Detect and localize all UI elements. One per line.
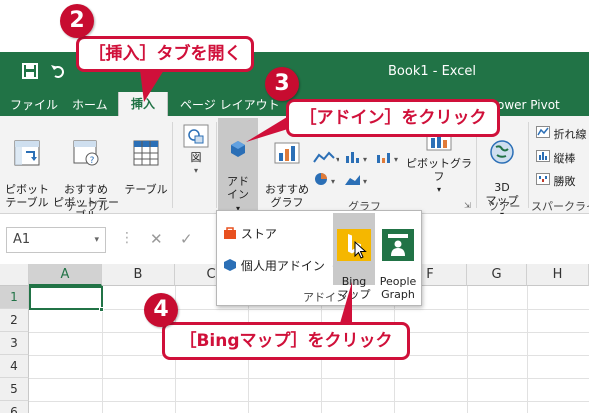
shapes-icon (183, 124, 209, 148)
row-header[interactable]: 4 (0, 355, 29, 378)
sparkline-line-label: 折れ線 (553, 128, 587, 141)
figure-button[interactable]: 図 ▾ (178, 124, 214, 177)
callout-step4: ［Bingマップ］をクリック (162, 322, 410, 360)
selected-cell-a1[interactable] (29, 286, 103, 310)
column-header[interactable]: G (467, 264, 527, 286)
sparkline-winloss-button[interactable]: 勝敗 (536, 173, 576, 189)
callout-step3: ［アドイン］をクリック (286, 99, 500, 137)
store-label: ストア (240, 227, 277, 241)
tab-power-pivot[interactable]: ower Pivot (497, 96, 560, 116)
column-header[interactable]: H (527, 264, 589, 286)
addin-dropdown: ストア 個人用アドイン ▾ Bing マップ People Graph アドイン (216, 210, 422, 306)
name-box-value: A1 (13, 232, 31, 247)
store-icon (224, 227, 236, 239)
chevron-down-icon[interactable]: ▾ (94, 228, 99, 252)
store-item[interactable]: ストア (223, 225, 277, 242)
people-graph-button[interactable]: People Graph (377, 213, 419, 301)
tour-group-label: ツアー (488, 200, 521, 213)
window-title: Book1 - Excel (388, 64, 477, 79)
sparkline-winloss-icon (536, 173, 550, 185)
sparkline-winloss-label: 勝敗 (553, 175, 576, 188)
row-header[interactable]: 1 (0, 286, 29, 309)
personal-addins-item[interactable]: 個人用アドイン ▾ (223, 257, 337, 274)
bar-chart-icon[interactable]: ▾ (344, 150, 370, 167)
people-graph-icon (382, 229, 414, 261)
select-all-corner[interactable] (0, 264, 29, 286)
chevron-down-icon: ▾ (193, 166, 198, 175)
sparkline-column-icon (536, 150, 550, 162)
gridline (527, 286, 528, 413)
pie-chart-icon[interactable]: ▾ (313, 172, 339, 189)
svg-text:▾: ▾ (336, 155, 339, 164)
svg-text:?: ? (90, 156, 95, 166)
pivot-chart-label: ピボットグラフ (406, 157, 472, 183)
combo-chart-icon[interactable]: ▾ (375, 150, 401, 167)
undo-icon[interactable] (50, 63, 66, 83)
save-icon[interactable] (22, 63, 38, 83)
people-graph-label: People Graph (379, 275, 417, 301)
svg-text:▾: ▾ (363, 177, 367, 186)
row-header[interactable]: 6 (0, 401, 29, 413)
personal-addins-label: 個人用アドイン (240, 259, 325, 273)
enter-icon[interactable]: ✓ (180, 230, 193, 248)
chevron-down-icon: ▾ (436, 185, 441, 194)
addin-icon (224, 259, 236, 271)
cancel-icon[interactable]: ✕ (150, 230, 163, 248)
globe-icon (490, 140, 514, 164)
step-badge-2: 2 (60, 4, 94, 38)
figure-label: 図 (190, 151, 202, 164)
formula-bar-divider-icon: ⋮ (120, 230, 134, 246)
svg-text:▾: ▾ (363, 155, 367, 164)
gridline (29, 378, 589, 379)
row-header[interactable]: 5 (0, 378, 29, 401)
svg-text:▾: ▾ (331, 177, 335, 186)
group-divider (216, 122, 217, 208)
row-header[interactable]: 2 (0, 309, 29, 332)
addin-label: アド イン (227, 175, 249, 201)
gridline (29, 309, 589, 310)
group-divider (172, 122, 173, 208)
recommended-chart-label: おすすめ グラフ (265, 183, 309, 209)
fill-handle[interactable] (99, 307, 104, 312)
callout-step2: ［挿入］タブを開く (76, 36, 254, 72)
sparkline-line-button[interactable]: 折れ線 (536, 126, 587, 142)
sparkline-group-label: スパークライン (531, 200, 589, 213)
name-box[interactable]: A1 ▾ (6, 227, 106, 253)
group-divider (528, 122, 529, 208)
step-badge-4: 4 (144, 293, 178, 327)
line-chart-icon[interactable]: ▾ (313, 150, 340, 167)
pivot-table-label: ピボット テーブル (5, 183, 49, 209)
dialog-launcher-icon[interactable]: ⇲ (464, 201, 471, 210)
row-header[interactable]: 3 (0, 332, 29, 355)
sparkline-column-button[interactable]: 縦棒 (536, 150, 576, 166)
sparkline-column-label: 縦棒 (553, 152, 576, 165)
column-header[interactable]: B (102, 264, 175, 286)
pivot-table-icon (14, 140, 40, 166)
callout-pointer-2 (140, 70, 164, 102)
tab-file[interactable]: ファイル (10, 96, 58, 116)
table-icon (133, 140, 159, 166)
area-chart-icon[interactable]: ▾ (344, 172, 370, 189)
gridline (467, 286, 468, 413)
column-header[interactable]: A (29, 264, 102, 286)
step-badge-3: 3 (265, 67, 299, 101)
recommended-pivot-icon: ? (73, 140, 99, 166)
sparkline-line-icon (536, 126, 550, 138)
pivot-table-button[interactable]: ピボット テーブル (4, 126, 50, 209)
tab-home[interactable]: ホーム (72, 96, 108, 116)
table-group-label: テーブル (66, 200, 110, 213)
table-label: テーブル (124, 183, 168, 196)
table-button[interactable]: テーブル (124, 126, 168, 196)
mouse-cursor-icon (354, 241, 367, 259)
gridline (29, 401, 589, 402)
svg-text:▾: ▾ (394, 155, 398, 164)
